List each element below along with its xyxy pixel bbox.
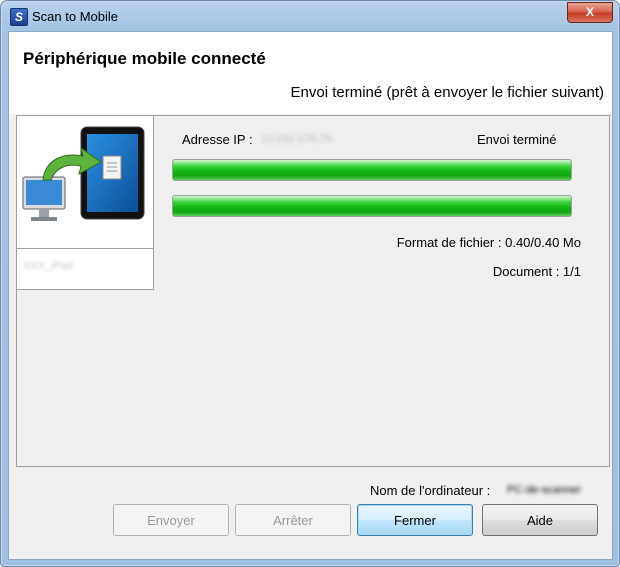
computer-name-label: Nom de l'ordinateur : <box>370 483 491 498</box>
status-subtitle: Envoi terminé (prêt à envoyer le fichier… <box>290 84 604 101</box>
help-button[interactable]: Aide <box>482 504 598 536</box>
progress-fill-file <box>173 160 571 180</box>
send-button[interactable]: Envoyer <box>113 504 229 536</box>
dialog-client-area: Périphérique mobile connecté Envoi termi… <box>8 31 613 560</box>
page-title: Périphérique mobile connecté <box>23 49 266 68</box>
progress-bar-total <box>172 195 572 217</box>
device-tile[interactable]: XXX_iPad <box>17 116 154 290</box>
file-format-label: Format de fichier : 0.40/0.40 Mo <box>396 235 581 250</box>
window-title: Scan to Mobile <box>32 9 118 24</box>
stop-button[interactable]: Arrêter <box>235 504 351 536</box>
close-window-button[interactable]: X <box>567 2 613 23</box>
transfer-panel: XXX_iPad Adresse IP : 10.232.176.78 Envo… <box>16 115 610 467</box>
ip-address-label: Adresse IP : <box>182 132 253 147</box>
device-name: XXX_iPad <box>23 260 74 272</box>
dialog-window: S Scan to Mobile X Périphérique mobile c… <box>0 0 620 567</box>
close-button[interactable]: Fermer <box>357 504 473 536</box>
computer-name-value: PC-de-scanner <box>507 484 581 496</box>
document-count-label: Document : 1/1 <box>492 264 581 279</box>
title-bar[interactable]: S Scan to Mobile X <box>1 1 619 31</box>
header-panel: Périphérique mobile connecté Envoi termi… <box>9 32 612 114</box>
mobile-device-send-icon <box>17 116 153 249</box>
progress-fill-total <box>173 196 571 216</box>
transfer-state: Envoi terminé <box>477 132 557 147</box>
ip-address-value: 10.232.176.78 <box>261 133 332 145</box>
scansnap-app-icon: S <box>10 8 28 26</box>
progress-bar-file <box>172 159 572 181</box>
